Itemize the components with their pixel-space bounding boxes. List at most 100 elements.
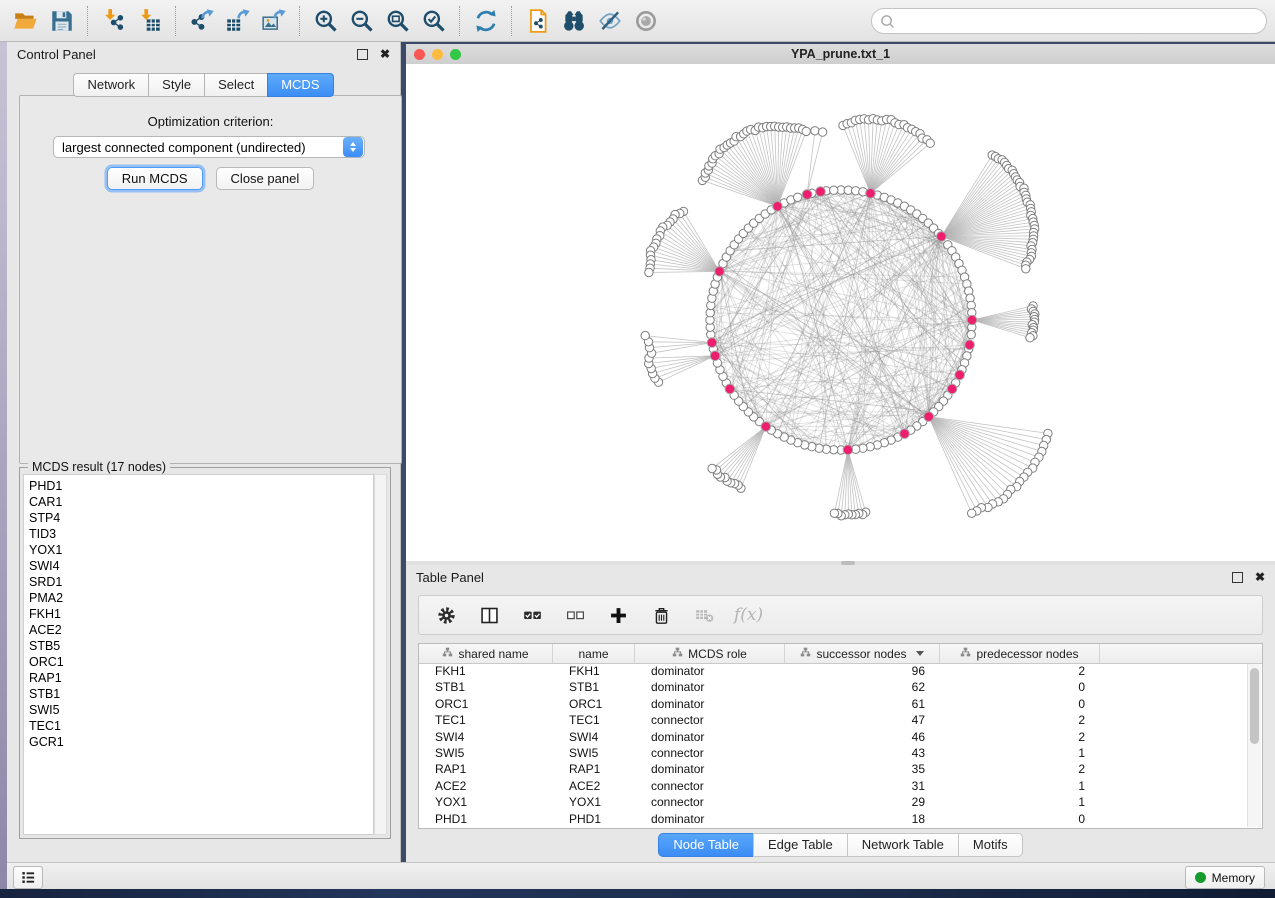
deselect-all-checks-icon[interactable] xyxy=(562,602,588,628)
zoom-fit-icon[interactable] xyxy=(380,5,416,37)
tab-edge-table[interactable]: Edge Table xyxy=(753,833,847,857)
export-image-icon[interactable] xyxy=(256,5,292,37)
org-chart-icon xyxy=(800,647,811,661)
tab-network[interactable]: Network xyxy=(73,73,148,97)
export-table-icon[interactable] xyxy=(220,5,256,37)
close-panel-icon[interactable]: ✖ xyxy=(380,50,390,59)
table-cell: RAP1 xyxy=(553,762,635,778)
search-input[interactable] xyxy=(895,10,1266,32)
table-row[interactable]: PHD1PHD1dominator180 xyxy=(419,812,1262,828)
select-all-checks-icon[interactable] xyxy=(519,602,545,628)
tab-network-table[interactable]: Network Table xyxy=(847,833,958,857)
search-network-icon[interactable] xyxy=(556,5,592,37)
mcds-result-item[interactable]: CAR1 xyxy=(29,494,373,510)
mcds-result-item[interactable]: FKH1 xyxy=(29,606,373,622)
node-table-scrollbar[interactable] xyxy=(1247,664,1261,827)
mcds-result-item[interactable]: PMA2 xyxy=(29,590,373,606)
save-session-icon[interactable] xyxy=(44,5,80,37)
tab-select[interactable]: Select xyxy=(204,73,267,97)
selected-option-label: largest connected component (undirected) xyxy=(54,140,343,155)
mcds-result-item[interactable]: GCR1 xyxy=(29,734,373,750)
table-cell: dominator xyxy=(635,812,785,828)
mcds-result-item[interactable]: RAP1 xyxy=(29,670,373,686)
export-network-icon[interactable] xyxy=(184,5,220,37)
mcds-result-item[interactable]: ACE2 xyxy=(29,622,373,638)
table-cell: 2 xyxy=(940,730,1100,746)
mcds-result-item[interactable]: STB1 xyxy=(29,686,373,702)
mcds-result-groupbox: MCDS result (17 nodes) PHD1CAR1STP4TID3Y… xyxy=(19,467,391,839)
table-row[interactable]: RAP1RAP1dominator352 xyxy=(419,762,1262,778)
refresh-view-icon[interactable] xyxy=(468,5,504,37)
search-box[interactable] xyxy=(871,8,1267,34)
task-history-button[interactable] xyxy=(13,866,43,889)
column-header-successor-nodes[interactable]: successor nodes xyxy=(785,644,940,663)
float-panel-icon[interactable] xyxy=(357,49,368,60)
tab-style[interactable]: Style xyxy=(148,73,204,97)
mcds-result-item[interactable]: STP4 xyxy=(29,510,373,526)
mcds-tab-content: Optimization criterion: largest connecte… xyxy=(19,95,402,464)
table-row[interactable]: STB1STB1dominator620 xyxy=(419,680,1262,696)
open-file-icon[interactable] xyxy=(8,5,44,37)
close-panel-button[interactable]: Close panel xyxy=(216,167,315,190)
network-canvas[interactable] xyxy=(406,64,1275,561)
mcds-result-item[interactable]: SWI5 xyxy=(29,702,373,718)
zoom-out-icon[interactable] xyxy=(344,5,380,37)
tab-motifs[interactable]: Motifs xyxy=(958,833,1023,857)
mcds-result-item[interactable]: TEC1 xyxy=(29,718,373,734)
mcds-result-item[interactable]: YOX1 xyxy=(29,542,373,558)
table-cell: 18 xyxy=(785,812,940,828)
show-columns-icon[interactable] xyxy=(476,602,502,628)
table-row[interactable]: ACE2ACE2connector311 xyxy=(419,779,1262,795)
mcds-result-list[interactable]: PHD1CAR1STP4TID3YOX1SWI4SRD1PMA2FKH1ACE2… xyxy=(23,474,374,835)
network-window-titlebar[interactable]: YPA_prune.txt_1 xyxy=(406,44,1275,65)
mcds-result-item[interactable]: PHD1 xyxy=(29,478,373,494)
toolbar-separator xyxy=(459,6,461,36)
network-graph[interactable] xyxy=(406,64,1275,561)
main-toolbar xyxy=(0,0,1275,42)
sort-chevron-icon[interactable] xyxy=(916,651,924,656)
float-table-panel-icon[interactable] xyxy=(1232,572,1243,583)
column-header-MCDS-role[interactable]: MCDS role xyxy=(635,644,785,663)
delete-column-trash-icon[interactable] xyxy=(648,602,674,628)
table-cell: connector xyxy=(635,713,785,729)
memory-button[interactable]: Memory xyxy=(1185,866,1265,889)
column-header-name[interactable]: name xyxy=(553,644,635,663)
table-cell: TEC1 xyxy=(419,713,553,729)
tab-node-table[interactable]: Node Table xyxy=(658,833,753,857)
table-cell: YOX1 xyxy=(419,795,553,811)
import-table-icon[interactable] xyxy=(132,5,168,37)
add-column-plus-icon[interactable] xyxy=(605,602,631,628)
table-cell: 2 xyxy=(940,762,1100,778)
table-cell: dominator xyxy=(635,664,785,680)
mcds-result-scrollbar[interactable] xyxy=(374,474,387,835)
table-cell: ACE2 xyxy=(419,779,553,795)
table-row[interactable]: TEC1TEC1connector472 xyxy=(419,713,1262,729)
delete-table-icon xyxy=(691,602,717,628)
column-header-shared-name[interactable]: shared name xyxy=(419,644,553,663)
network-window-title: YPA_prune.txt_1 xyxy=(406,47,1275,61)
mcds-result-item[interactable]: STB5 xyxy=(29,638,373,654)
run-mcds-button[interactable]: Run MCDS xyxy=(107,167,203,190)
import-network-icon[interactable] xyxy=(96,5,132,37)
tab-mcds[interactable]: MCDS xyxy=(267,73,333,97)
table-row[interactable]: YOX1YOX1connector291 xyxy=(419,795,1262,811)
table-row[interactable]: SWI5SWI5connector431 xyxy=(419,746,1262,762)
table-row[interactable]: SWI4SWI4dominator462 xyxy=(419,730,1262,746)
table-settings-gear-icon[interactable] xyxy=(433,602,459,628)
mcds-result-item[interactable]: ORC1 xyxy=(29,654,373,670)
column-header-predecessor-nodes[interactable]: predecessor nodes xyxy=(940,644,1100,663)
hide-selected-icon[interactable] xyxy=(592,5,628,37)
share-document-icon[interactable] xyxy=(520,5,556,37)
mcds-result-item[interactable]: SWI4 xyxy=(29,558,373,574)
zoom-in-icon[interactable] xyxy=(308,5,344,37)
mcds-result-item[interactable]: SRD1 xyxy=(29,574,373,590)
node-table-header: shared namenameMCDS rolesuccessor nodesp… xyxy=(419,644,1262,664)
show-hidden-icon[interactable] xyxy=(628,5,664,37)
optimization-criterion-select[interactable]: largest connected component (undirected) xyxy=(53,136,365,158)
zoom-selected-icon[interactable] xyxy=(416,5,452,37)
mcds-result-item[interactable]: TID3 xyxy=(29,526,373,542)
table-row[interactable]: FKH1FKH1dominator962 xyxy=(419,664,1262,680)
close-table-panel-icon[interactable]: ✖ xyxy=(1255,573,1265,582)
table-cell: 0 xyxy=(940,680,1100,696)
table-row[interactable]: ORC1ORC1dominator610 xyxy=(419,697,1262,713)
